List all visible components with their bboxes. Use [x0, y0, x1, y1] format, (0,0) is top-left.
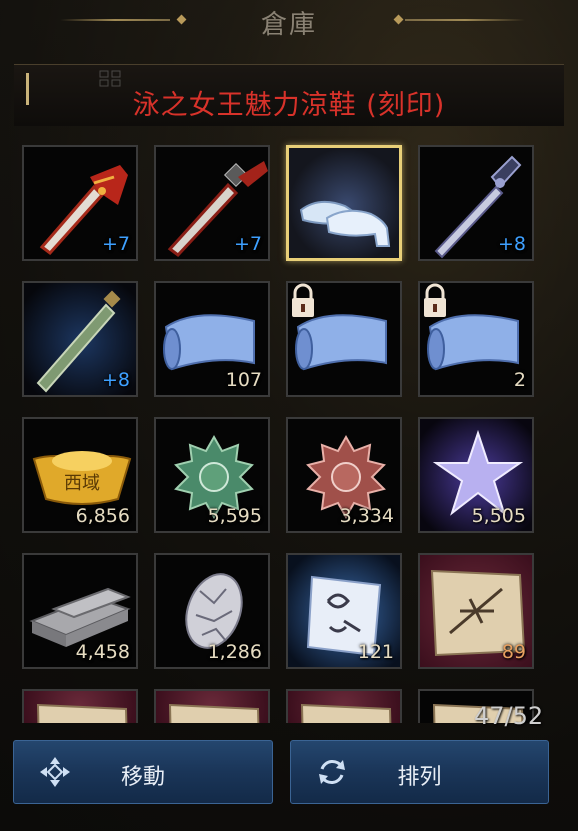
- title-divider-right: [405, 19, 525, 21]
- slot-count: 5,595: [207, 505, 262, 527]
- slot-parchment[interactable]: 89: [418, 553, 534, 669]
- slot-count: +7: [101, 233, 130, 255]
- slot-locked-scroll[interactable]: [286, 281, 402, 397]
- lock-icon: [292, 283, 314, 317]
- storage-capacity: 47/52: [474, 702, 544, 730]
- title-bar: 倉庫: [0, 0, 578, 44]
- parchment-icon: [168, 703, 260, 723]
- warehouse-panel: 倉庫 泳之女王魅力涼鞋 (刻印) +7 +7 +8 +8 107 2 西域 6,…: [0, 0, 578, 831]
- slot-crystal-ore[interactable]: 1,286: [154, 553, 270, 669]
- item-tooltip: 泳之女王魅力涼鞋 (刻印): [14, 64, 564, 126]
- glass-slippers-icon: [289, 148, 399, 258]
- slot-parchment[interactable]: [22, 689, 138, 723]
- slot-glass-slippers[interactable]: [286, 145, 402, 261]
- slot-red-sword[interactable]: +7: [22, 145, 138, 261]
- slot-count: +8: [497, 233, 526, 255]
- slot-dark-blade[interactable]: +8: [418, 145, 534, 261]
- slot-count: 5,505: [471, 505, 526, 527]
- slot-count: 89: [501, 641, 526, 663]
- slot-gold-ingot[interactable]: 西域 6,856: [22, 417, 138, 533]
- slot-count: +8: [101, 369, 130, 391]
- parchment-icon: [36, 703, 128, 723]
- slot-blue-rune-scroll[interactable]: 121: [286, 553, 402, 669]
- slot-count: 1,286: [207, 641, 262, 663]
- slot-green-medallion[interactable]: 5,595: [154, 417, 270, 533]
- slot-parchment[interactable]: [286, 689, 402, 723]
- move-button-label: 移動: [120, 765, 165, 790]
- slot-count: 121: [357, 641, 394, 663]
- parchment-icon: [300, 703, 392, 723]
- slot-locked-scroll[interactable]: 2: [418, 281, 534, 397]
- slot-count: 3,334: [339, 505, 394, 527]
- item-name: 泳之女王魅力涼鞋 (刻印): [132, 90, 446, 121]
- move-button[interactable]: 移動: [13, 740, 273, 804]
- sort-button[interactable]: 排列: [290, 740, 549, 804]
- slot-iron-bars[interactable]: 4,458: [22, 553, 138, 669]
- slot-parchment[interactable]: [154, 689, 270, 723]
- slot-count: 107: [225, 369, 262, 391]
- slot-purple-star[interactable]: 5,505: [418, 417, 534, 533]
- slot-count: 4,458: [75, 641, 130, 663]
- window-title: 倉庫: [260, 10, 317, 40]
- slot-count: 6,856: [75, 505, 130, 527]
- slot-count: +7: [233, 233, 262, 255]
- ingot-label: 西域: [64, 473, 100, 494]
- lock-icon: [424, 283, 446, 317]
- slot-green-sword[interactable]: +8: [22, 281, 138, 397]
- slot-count: 2: [513, 369, 526, 391]
- slot-red-medallion[interactable]: 3,334: [286, 417, 402, 533]
- sort-button-label: 排列: [397, 765, 442, 790]
- slot-blue-scroll[interactable]: 107: [154, 281, 270, 397]
- slot-red-dagger[interactable]: +7: [154, 145, 270, 261]
